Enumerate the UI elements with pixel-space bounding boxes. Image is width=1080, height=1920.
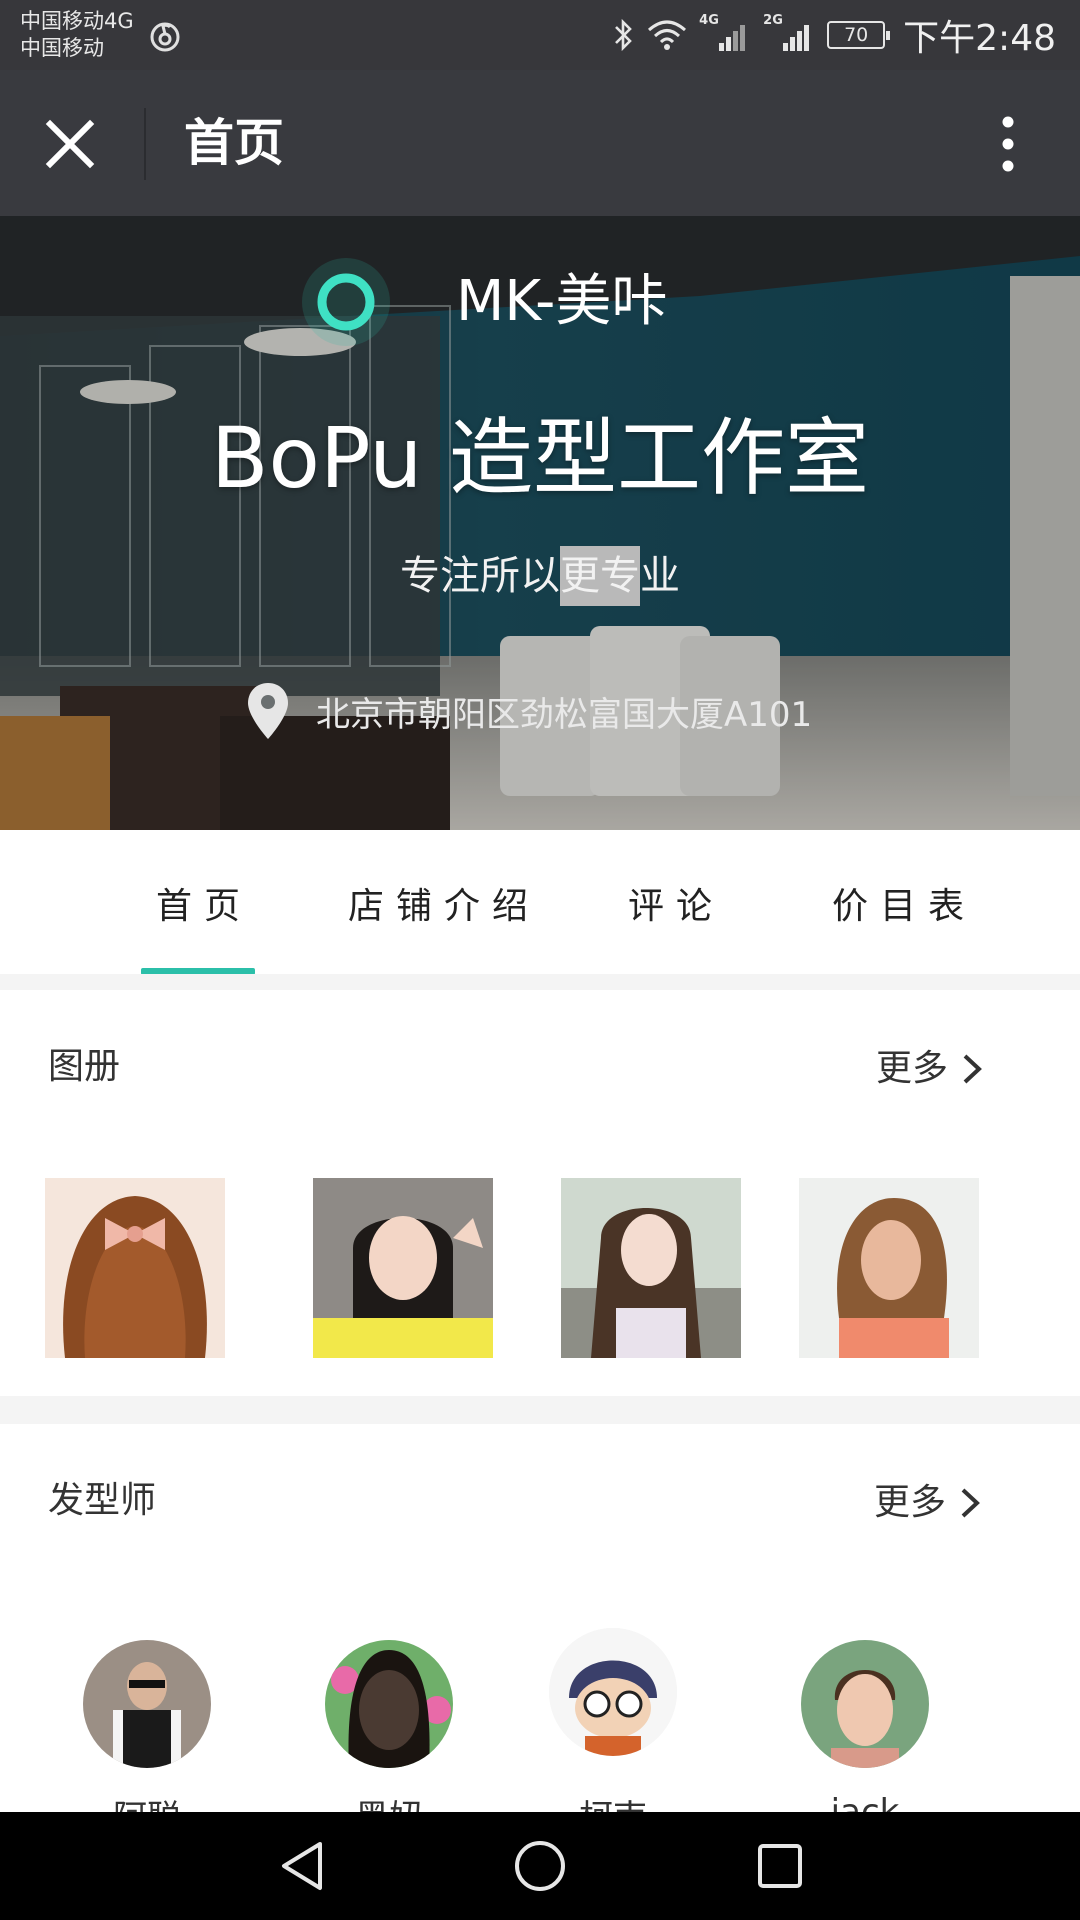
shop-address: 北京市朝阳区劲松富国大厦A101: [316, 694, 813, 735]
chevron-right-icon: [961, 1488, 980, 1518]
system-navigation-bar: [0, 1812, 1080, 1920]
stylist-avatar[interactable]: [325, 1640, 453, 1768]
section-divider: [0, 974, 1080, 990]
album-photo[interactable]: [799, 1178, 979, 1358]
more-vertical-icon[interactable]: [990, 112, 1026, 176]
back-icon[interactable]: [276, 1838, 332, 1894]
tab-shop-intro[interactable]: 店铺介绍: [348, 882, 540, 932]
wifi-icon: [648, 20, 687, 50]
shop-logo-icon: [302, 258, 390, 346]
carrier-info: 中国移动4G 中国移动: [20, 8, 134, 62]
stylists-section: 发型师 更多: [4, 1424, 1080, 1838]
close-icon[interactable]: [40, 114, 100, 174]
studio-title: BoPu 造型工作室: [210, 409, 870, 507]
chevron-right-icon: [963, 1054, 982, 1084]
bluetooth-icon: [615, 18, 632, 52]
battery-indicator: 70: [827, 21, 891, 49]
carrier-line-2: 中国移动: [20, 36, 104, 60]
stylists-more-link[interactable]: 更多: [874, 1478, 982, 1528]
signal-4g-icon: 4G: [699, 13, 751, 55]
tab-home[interactable]: 首页: [156, 882, 252, 932]
album-more-label: 更多: [876, 1048, 949, 1089]
album-photo[interactable]: [561, 1178, 741, 1358]
stylists-title: 发型师: [48, 1480, 157, 1521]
shop-slogan: 专注所以更专业: [400, 553, 680, 599]
album-title: 图册: [48, 1046, 121, 1087]
netease-music-icon: [150, 22, 180, 52]
status-icons: 4G 2G 70 下午2:48: [611, 12, 1056, 59]
status-time: 下午2:48: [903, 18, 1056, 59]
recent-apps-icon[interactable]: [752, 1838, 808, 1894]
stylist-avatar[interactable]: [801, 1640, 929, 1768]
status-bar: 中国移动4G 中国移动 4G 2G 70 下午2:48: [0, 0, 1080, 70]
carrier-line-1: 中国移动4G: [20, 9, 134, 33]
nav-bar: 首页: [0, 70, 1080, 216]
stylist-avatar[interactable]: [549, 1628, 677, 1756]
tab-bar: 首页 店铺介绍 评论 价目表: [0, 830, 1080, 982]
shop-name: MK-美咔: [456, 269, 668, 334]
album-section: 图册 更多: [4, 990, 1080, 1396]
album-gallery: [4, 1178, 1080, 1358]
signal-2g-icon: 2G: [763, 13, 815, 55]
section-divider: [0, 1396, 1080, 1424]
stylist-avatar[interactable]: [83, 1640, 211, 1768]
album-photo[interactable]: [45, 1178, 225, 1358]
nav-divider: [144, 108, 146, 180]
shop-banner: MK-美咔 BoPu 造型工作室 专注所以更专业 北京市朝阳区劲松富国大厦A10…: [0, 216, 1080, 830]
album-photo[interactable]: [313, 1178, 493, 1358]
page-title: 首页: [184, 114, 284, 172]
album-more-link[interactable]: 更多: [876, 1044, 984, 1094]
stylists-more-label: 更多: [874, 1482, 947, 1523]
tab-price-list[interactable]: 价目表: [832, 882, 976, 932]
home-icon[interactable]: [512, 1838, 568, 1894]
location-pin-icon: [248, 683, 288, 739]
tab-reviews[interactable]: 评论: [628, 882, 724, 932]
shop-location[interactable]: 北京市朝阳区劲松富国大厦A101: [246, 678, 812, 744]
